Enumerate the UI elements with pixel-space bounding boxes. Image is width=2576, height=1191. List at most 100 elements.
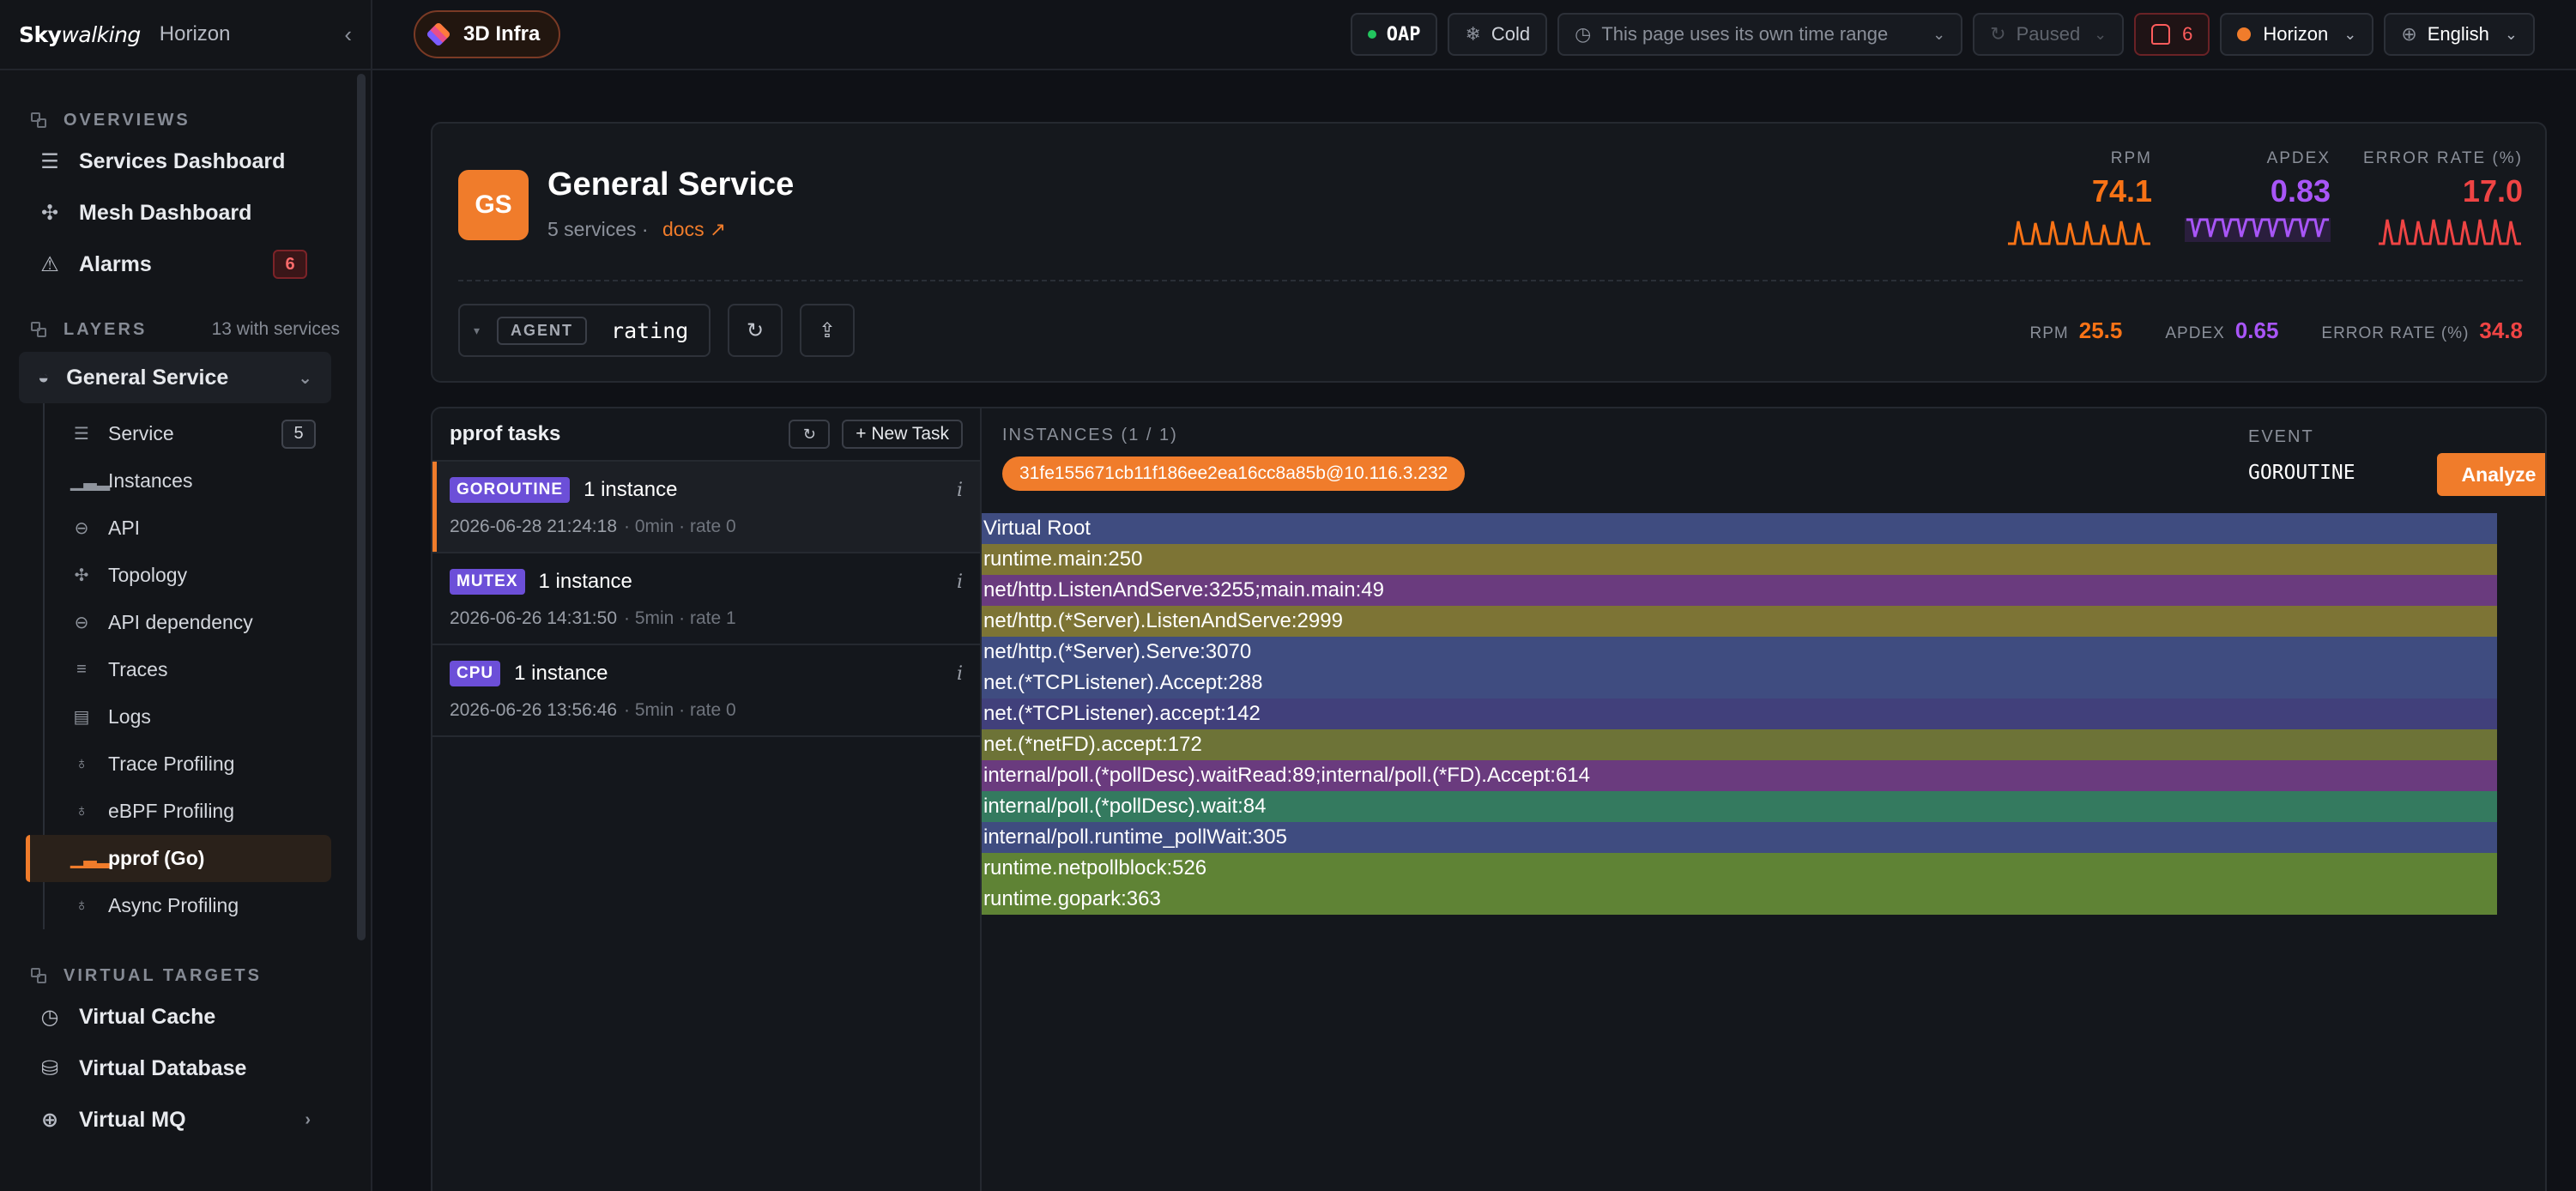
mesh-icon: ✣ bbox=[40, 201, 59, 225]
database-icon: ⛁ bbox=[40, 1056, 59, 1080]
chevron-right-icon: › bbox=[305, 1109, 311, 1129]
layers-icon bbox=[426, 21, 451, 47]
info-icon[interactable]: i bbox=[957, 663, 963, 685]
event-value: GOROUTINE bbox=[2248, 462, 2355, 484]
language-select[interactable]: ⊕ English ⌄ bbox=[2384, 13, 2535, 56]
info-icon[interactable]: i bbox=[957, 480, 963, 501]
sidebar-item-async-profiling[interactable]: ♁ Async Profiling bbox=[45, 882, 331, 929]
chevron-down-icon: ⌄ bbox=[1932, 25, 1946, 43]
nav-virtual-mq[interactable]: ⊕ Virtual MQ › bbox=[0, 1094, 371, 1146]
agent-value: rating bbox=[611, 317, 689, 343]
layers-count: 13 with services bbox=[211, 319, 340, 339]
service-avatar: GS bbox=[458, 170, 529, 240]
nav-services-dashboard[interactable]: ☰ Services Dashboard bbox=[0, 136, 371, 187]
sidebar-item-ebpf-profiling[interactable]: ♁ eBPF Profiling bbox=[45, 788, 331, 835]
flame-frame[interactable]: internal/poll.runtime_pollWait:305 bbox=[982, 822, 2497, 853]
flame-frame[interactable]: net.(*TCPListener).Accept:288 bbox=[982, 668, 2497, 698]
flame-frame[interactable]: runtime.netpollblock:526 bbox=[982, 853, 2497, 884]
alerts-button[interactable]: 6 bbox=[2134, 13, 2210, 56]
nav-virtual-cache[interactable]: ◷ Virtual Cache bbox=[0, 991, 371, 1043]
time-range-picker[interactable]: ◷ This page uses its own time range ⌄ bbox=[1557, 13, 1963, 56]
flame-frame[interactable]: runtime.main:250 bbox=[982, 544, 2497, 575]
collapse-sidebar-icon[interactable]: ‹ bbox=[344, 21, 352, 48]
agent-filter[interactable]: ▾ AGENT rating bbox=[458, 304, 711, 357]
refresh-tasks-button[interactable]: ↻ bbox=[789, 420, 831, 449]
globe-icon: ⊕ bbox=[2401, 23, 2417, 45]
globe-icon: ⊕ bbox=[40, 1108, 59, 1132]
sidebar-item-logs[interactable]: ▤ Logs bbox=[45, 693, 331, 741]
snowflake-icon: ❄ bbox=[1465, 23, 1481, 45]
flame-frame[interactable]: Virtual Root bbox=[982, 513, 2497, 544]
3d-infra-button[interactable]: 3D Infra bbox=[414, 10, 561, 58]
card-divider bbox=[458, 280, 2523, 281]
flame-frame[interactable]: net.(*TCPListener).accept:142 bbox=[982, 698, 2497, 729]
sidebar-item-trace-profiling[interactable]: ♁ Trace Profiling bbox=[45, 741, 331, 788]
skywalking-logo[interactable]: Skywalking bbox=[19, 22, 141, 47]
instances-label: INSTANCES (1 / 1) bbox=[1002, 426, 1178, 444]
refresh-button[interactable]: ↻ bbox=[728, 304, 783, 357]
service-subtitle: 5 services · docs ↗ bbox=[547, 218, 727, 240]
flame-graph: Virtual Root runtime.main:250 net/http.Lis… bbox=[982, 513, 2497, 915]
new-task-button[interactable]: + New Task bbox=[842, 420, 963, 449]
info-icon[interactable]: i bbox=[957, 571, 963, 593]
api-icon: ⊖ bbox=[74, 614, 89, 632]
layer-group-general-service[interactable]: ◒ General Service ⌄ bbox=[19, 352, 331, 403]
caret-icon: ▾ bbox=[474, 323, 481, 337]
refresh-icon: ↻ bbox=[746, 318, 765, 342]
task-item[interactable]: CPU 1 instance i 2026-06-26 13:56:46 · 5m… bbox=[432, 645, 980, 737]
clock-icon: ◷ bbox=[1575, 23, 1592, 45]
flame-icon: ♁ bbox=[75, 801, 88, 820]
task-item[interactable]: MUTEX 1 instance i 2026-06-26 14:31:50 · … bbox=[432, 553, 980, 645]
layer-subnav: ☰ Service 5 ▁▃▂ Instances ⊖ API ✣ Topolo… bbox=[26, 403, 371, 929]
metric-apdex: APDEX 0.83 bbox=[2185, 149, 2331, 250]
layers-section-title: LAYERS 13 with services bbox=[0, 317, 371, 342]
grid-icon bbox=[31, 322, 46, 337]
task-type-badge: CPU bbox=[450, 661, 501, 686]
workspace-select[interactable]: Horizon ⌄ bbox=[2220, 13, 2374, 56]
metric-rpm: RPM 74.1 bbox=[2006, 149, 2152, 250]
task-list-title: pprof tasks bbox=[450, 422, 561, 445]
pprof-task-list: pprof tasks ↻ + New Task GOROUTINE 1 ins… bbox=[432, 408, 982, 1191]
flame-frame[interactable]: runtime.gopark:363 bbox=[982, 884, 2497, 915]
sidebar-item-traces[interactable]: ≡ Traces bbox=[45, 646, 331, 693]
nav-virtual-database[interactable]: ⛁ Virtual Database bbox=[0, 1043, 371, 1094]
service-summary-card: GS General Service 5 services · docs ↗ R… bbox=[431, 122, 2547, 383]
nav-mesh-dashboard[interactable]: ✣ Mesh Dashboard bbox=[0, 187, 371, 239]
grid-icon bbox=[31, 968, 46, 983]
docs-link[interactable]: docs ↗ bbox=[662, 218, 726, 240]
flame-icon: ♁ bbox=[75, 896, 88, 915]
bar-chart-icon: ▁▃▂ bbox=[70, 472, 111, 491]
service-count-badge: 5 bbox=[281, 419, 316, 449]
event-label: EVENT bbox=[2248, 427, 2314, 446]
alarms-count-badge: 6 bbox=[273, 250, 307, 279]
auto-refresh-select[interactable]: ↻ Paused ⌄ bbox=[1973, 13, 2125, 56]
export-button[interactable]: ⇪ bbox=[800, 304, 855, 357]
topology-icon: ✣ bbox=[74, 566, 89, 585]
sidebar-item-api-dependency[interactable]: ⊖ API dependency bbox=[45, 599, 331, 646]
task-type-badge: MUTEX bbox=[450, 569, 525, 595]
sidebar-item-service[interactable]: ☰ Service 5 bbox=[45, 410, 331, 457]
task-type-badge: GOROUTINE bbox=[450, 477, 571, 503]
sidebar-item-api[interactable]: ⊖ API bbox=[45, 505, 331, 552]
status-dot-icon bbox=[1367, 30, 1376, 39]
flame-graph-area: INSTANCES (1 / 1) 31fe155671cb11f186ee2e… bbox=[982, 408, 2545, 1191]
oap-status-button[interactable]: OAP bbox=[1350, 13, 1438, 56]
flame-frame[interactable]: net.(*netFD).accept:172 bbox=[982, 729, 2497, 760]
nav-alarms[interactable]: ⚠ Alarms 6 bbox=[0, 239, 371, 290]
flame-frame[interactable]: net/http.ListenAndServe:3255;main.main:4… bbox=[982, 575, 2497, 606]
task-item[interactable]: GOROUTINE 1 instance i 2026-06-28 21:24:… bbox=[432, 462, 980, 553]
analyze-button[interactable]: Analyze bbox=[2437, 453, 2545, 496]
flame-frame[interactable]: internal/poll.(*pollDesc).wait:84 bbox=[982, 791, 2497, 822]
sidebar-item-pprof-go[interactable]: ▁▃▂ pprof (Go) bbox=[26, 835, 331, 882]
flame-icon: ♁ bbox=[75, 754, 88, 773]
flame-frame[interactable]: internal/poll.(*pollDesc).waitRead:89;in… bbox=[982, 760, 2497, 791]
service-title: General Service bbox=[547, 166, 795, 203]
metric-error-rate: ERROR RATE (%) 17.0 bbox=[2363, 149, 2523, 250]
instance-chip[interactable]: 31fe155671cb11f186ee2ea16cc8a85b@10.116.… bbox=[1002, 456, 1466, 491]
flame-frame[interactable]: net/http.(*Server).Serve:3070 bbox=[982, 637, 2497, 668]
cold-stage-toggle[interactable]: ❄ Cold bbox=[1448, 13, 1548, 56]
sidebar-item-topology[interactable]: ✣ Topology bbox=[45, 552, 331, 599]
sidebar-item-instances[interactable]: ▁▃▂ Instances bbox=[45, 457, 331, 505]
flame-frame[interactable]: net/http.(*Server).ListenAndServe:2999 bbox=[982, 606, 2497, 637]
clock-icon: ◷ bbox=[40, 1005, 59, 1029]
